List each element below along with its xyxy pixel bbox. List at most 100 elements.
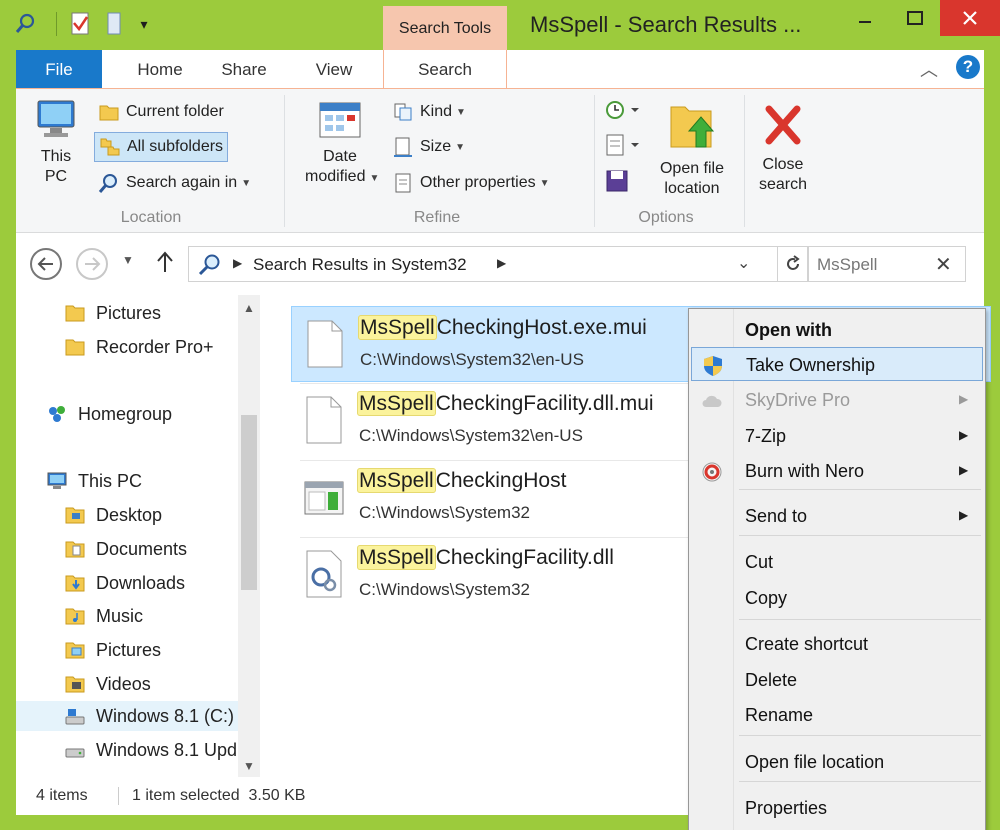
back-button[interactable] — [30, 248, 62, 280]
menu-item-skydrive-pro[interactable]: SkyDrive Pro ▶ — [691, 383, 983, 417]
customize-qat-icon[interactable]: ▾ — [130, 8, 158, 40]
folder-icon — [65, 507, 85, 524]
nav-item-windows-update[interactable]: Windows 8.1 Upd — [64, 735, 238, 765]
address-dropdown-icon[interactable]: ⌄ — [737, 253, 750, 273]
tab-share[interactable]: Share — [206, 50, 282, 88]
recent-searches-button[interactable] — [604, 97, 640, 127]
up-button[interactable] — [156, 250, 174, 279]
nav-item-label: Recorder Pro+ — [96, 336, 214, 357]
search-highlight: MsSpell — [357, 545, 436, 570]
nav-item-homegroup[interactable]: Homegroup — [46, 399, 172, 429]
nav-item-documents[interactable]: Documents — [64, 534, 187, 564]
this-pc-button[interactable]: This PC — [26, 97, 86, 187]
nav-item-windows-c[interactable]: Windows 8.1 (C:) — [16, 701, 238, 731]
nav-item-pictures-library[interactable]: Pictures — [64, 635, 161, 665]
forward-button[interactable] — [76, 248, 108, 280]
drive-icon — [65, 748, 85, 758]
menu-separator — [739, 619, 981, 620]
current-folder-button[interactable]: Current folder — [94, 97, 228, 127]
recent-searches-icon — [606, 101, 639, 119]
breadcrumb-chevron-icon: ▶ — [233, 256, 243, 270]
menu-item-open-with[interactable]: Open with — [691, 313, 983, 347]
menu-item-label: Rename — [745, 705, 814, 725]
kind-button[interactable]: Kind ▼ — [392, 97, 466, 127]
menu-item-properties[interactable]: Properties — [691, 791, 983, 825]
nav-item-this-pc[interactable]: This PC — [46, 466, 142, 496]
advanced-options-button[interactable] — [604, 132, 640, 162]
search-icon — [98, 174, 117, 193]
result-name: MsSpellCheckingFacility.dll — [357, 545, 614, 570]
menu-item-open-file-location[interactable]: Open file location — [691, 745, 983, 779]
new-document-qat-icon[interactable] — [66, 8, 94, 40]
nav-item-pictures[interactable]: Pictures — [64, 298, 161, 328]
nav-item-music[interactable]: Music — [64, 601, 143, 631]
help-icon[interactable]: ? — [956, 55, 980, 79]
file-icon — [306, 396, 342, 444]
tab-home[interactable]: Home — [120, 50, 200, 88]
all-subfolders-button[interactable]: All subfolders — [94, 132, 229, 162]
menu-item-cut[interactable]: Cut — [691, 545, 983, 579]
address-bar[interactable]: ▶ Search Results in System32 ▶ ⌄ — [188, 246, 778, 282]
date-modified-button[interactable]: Date modified ▼ — [294, 99, 386, 189]
date-modified-label: Date modified ▼ — [305, 147, 379, 189]
nav-item-downloads[interactable]: Downloads — [64, 568, 185, 598]
qat-separator — [56, 12, 57, 36]
nav-item-label: Documents — [96, 538, 188, 559]
nav-pane-scrollbar[interactable]: ▲ ▼ — [238, 295, 260, 777]
folder-icon — [99, 105, 119, 121]
size-label: Size — [420, 138, 452, 155]
scroll-down-icon[interactable]: ▼ — [243, 759, 255, 773]
close-search-button[interactable]: Close search — [752, 103, 814, 195]
minimize-button[interactable] — [840, 0, 890, 36]
nav-item-recorder-pro[interactable]: Recorder Pro+ — [64, 332, 214, 362]
nero-icon — [702, 462, 722, 482]
tab-search[interactable]: Search — [383, 50, 507, 89]
menu-item-burn-with-nero[interactable]: Burn with Nero ▶ — [691, 454, 983, 488]
tab-file[interactable]: File — [16, 50, 102, 88]
properties-qat-icon[interactable] — [12, 8, 40, 40]
up-arrow-icon — [157, 251, 173, 272]
save-search-button[interactable] — [604, 168, 640, 198]
menu-item-create-shortcut[interactable]: Create shortcut — [691, 627, 983, 661]
menu-item-label: Send to — [745, 506, 808, 526]
save-icon — [606, 170, 628, 192]
group-separator — [594, 95, 595, 227]
result-name: MsSpellCheckingHost.exe.mui — [358, 315, 647, 340]
search-again-in-button[interactable]: Search again in ▼ — [94, 168, 255, 198]
back-arrow-icon — [37, 257, 53, 271]
navigation-row: ▼ ▶ Search Results in System32 ▶ ⌄ ✕ — [16, 233, 984, 295]
size-button[interactable]: Size ▼ — [392, 132, 465, 162]
breadcrumb-chevron-icon[interactable]: ▶ — [497, 256, 506, 270]
other-properties-button[interactable]: Other properties ▼ — [392, 168, 550, 198]
search-box[interactable]: ✕ — [808, 246, 966, 282]
refresh-button[interactable] — [778, 246, 808, 282]
close-window-button[interactable] — [940, 0, 1000, 36]
nav-item-desktop[interactable]: Desktop — [64, 500, 162, 530]
search-input[interactable] — [817, 253, 927, 277]
item-count: 4 items — [36, 787, 88, 804]
recent-locations-icon[interactable]: ▼ — [122, 253, 134, 267]
title-bar: ▾ Search Tools MsSpell - Search Results … — [0, 0, 1000, 50]
menu-item-copy[interactable]: Copy — [691, 581, 983, 615]
date-modified-text: Date modified — [305, 148, 366, 185]
scrollbar-thumb[interactable] — [241, 415, 257, 590]
new-folder-qat-icon[interactable] — [100, 8, 128, 40]
clear-search-icon[interactable]: ✕ — [935, 252, 952, 277]
menu-item-send-to[interactable]: Send to ▶ — [691, 499, 983, 533]
menu-item-label: Delete — [745, 670, 798, 690]
menu-item-rename[interactable]: Rename — [691, 698, 983, 732]
result-path: C:\Windows\System32 — [359, 580, 530, 599]
result-name-rest: CheckingHost.exe.mui — [436, 316, 647, 339]
menu-item-label: Take Ownership — [746, 355, 876, 375]
menu-item-delete[interactable]: Delete — [691, 663, 983, 697]
collapse-ribbon-icon[interactable]: ︿ — [920, 56, 938, 82]
kind-label: Kind — [420, 103, 453, 120]
open-file-location-button[interactable]: Open file location — [646, 99, 738, 199]
scroll-up-icon[interactable]: ▲ — [243, 301, 255, 315]
maximize-button[interactable] — [890, 0, 940, 36]
menu-item-take-ownership[interactable]: Take Ownership — [691, 347, 983, 381]
result-name: MsSpellCheckingHost — [357, 468, 566, 493]
nav-item-videos[interactable]: Videos — [64, 669, 151, 699]
menu-item-7zip[interactable]: 7-Zip ▶ — [691, 419, 983, 453]
tab-view[interactable]: View — [296, 50, 372, 88]
